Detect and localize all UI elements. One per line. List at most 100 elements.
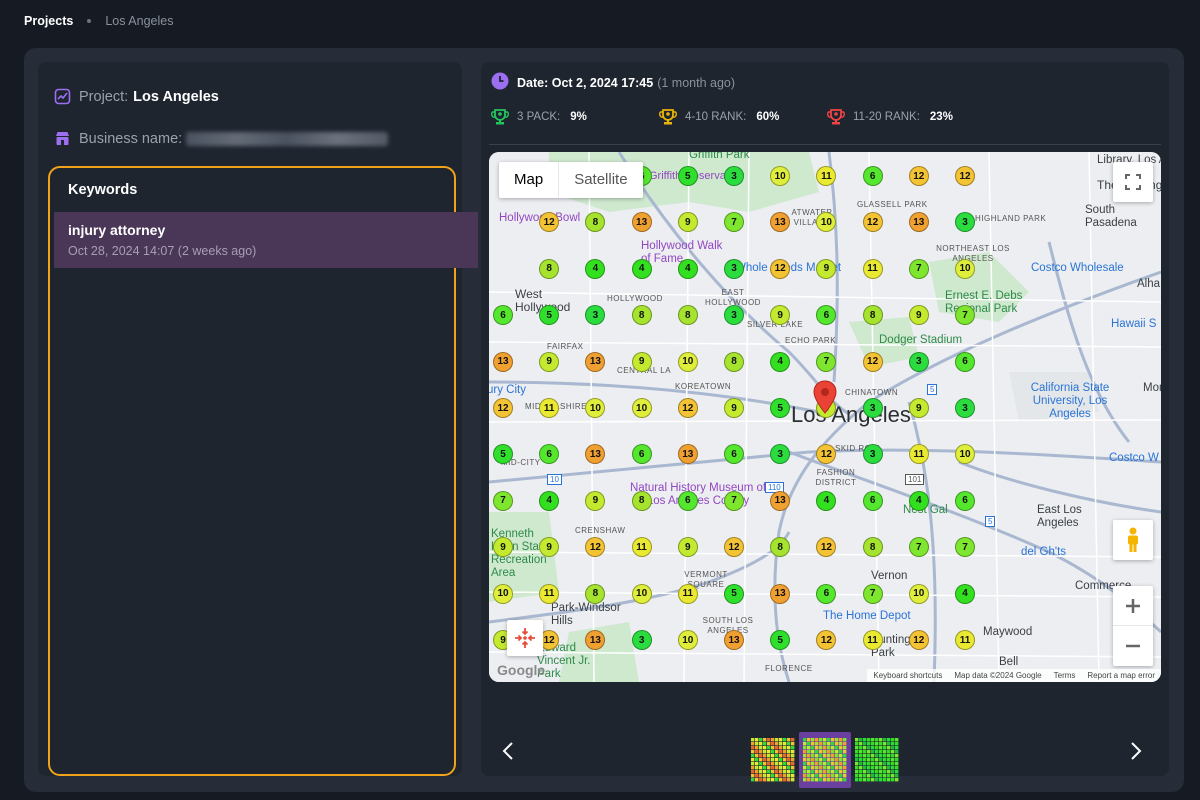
rank-dot[interactable]: 13 xyxy=(724,630,744,650)
zoom-in-button[interactable] xyxy=(1113,586,1153,626)
scan-date-label: Date: Oct 2, 2024 17:45 xyxy=(517,75,654,90)
stat-value: 23% xyxy=(929,111,953,123)
recenter-button[interactable] xyxy=(507,620,543,656)
rank-dot[interactable]: 4 xyxy=(908,490,929,511)
rank-dot[interactable]: 6 xyxy=(862,166,883,186)
rank-dot[interactable]: 13 xyxy=(770,490,791,511)
place-label: del Gh'ts xyxy=(1021,546,1067,558)
keyword-item[interactable]: injury attorney Oct 28, 2024 14:07 (2 we… xyxy=(54,212,478,268)
neighborhood-label: FASHION DISTRICT xyxy=(815,468,857,487)
previous-arrow-icon[interactable] xyxy=(501,740,515,762)
rank-dot[interactable]: 4 xyxy=(770,351,791,372)
rank-dot[interactable]: 8 xyxy=(724,351,744,372)
rank-dot[interactable]: 13 xyxy=(631,212,652,233)
map-type-map-button[interactable]: Map xyxy=(499,162,560,198)
rank-dot[interactable]: 6 xyxy=(955,351,975,372)
rank-dot[interactable]: 9 xyxy=(539,351,560,372)
rank-dot[interactable]: 8 xyxy=(862,305,883,326)
location-pin-icon[interactable] xyxy=(813,380,837,414)
rank-dot[interactable]: 10 xyxy=(908,583,929,604)
rank-dot[interactable]: 7 xyxy=(816,351,837,372)
rank-dot[interactable]: 11 xyxy=(862,630,883,650)
rank-dot[interactable]: 10 xyxy=(493,583,513,604)
rank-dot[interactable]: 5 xyxy=(677,166,698,186)
scan-thumbnail[interactable] xyxy=(803,738,847,782)
rank-dot[interactable]: 11 xyxy=(631,537,652,558)
rank-dot[interactable]: 13 xyxy=(493,351,513,372)
rank-dot[interactable]: 3 xyxy=(724,258,744,279)
rank-dot[interactable]: 8 xyxy=(585,583,606,604)
place-label: Dodger Stadium xyxy=(879,334,963,346)
rank-dot[interactable]: 11 xyxy=(955,630,975,650)
breadcrumb-projects-link[interactable]: Projects xyxy=(24,14,73,28)
place-label: Bell xyxy=(999,656,1019,668)
rank-dot[interactable]: 9 xyxy=(724,398,744,418)
rank-dot[interactable]: 9 xyxy=(677,537,698,558)
rank-dot[interactable]: 9 xyxy=(631,351,652,372)
zoom-control xyxy=(1113,586,1153,666)
rank-dot[interactable]: 9 xyxy=(908,305,929,326)
fullscreen-button[interactable] xyxy=(1113,162,1153,202)
zoom-out-button[interactable] xyxy=(1113,626,1153,666)
rank-dot[interactable]: 13 xyxy=(770,583,791,604)
rank-dot[interactable]: 12 xyxy=(862,212,883,233)
scan-date: Date: Oct 2, 2024 17:45 (1 month ago) xyxy=(491,72,735,93)
rank-dot[interactable]: 8 xyxy=(862,537,883,558)
scan-thumbnail[interactable] xyxy=(855,738,899,782)
rank-dot[interactable]: 9 xyxy=(908,398,929,418)
rank-dot[interactable]: 6 xyxy=(862,490,883,511)
rank-dot[interactable]: 7 xyxy=(493,490,513,511)
rank-dot[interactable]: 4 xyxy=(955,583,975,604)
rank-dot[interactable]: 10 xyxy=(631,583,652,604)
rank-dot[interactable]: 12 xyxy=(908,630,929,650)
rank-dot[interactable]: 12 xyxy=(908,166,929,186)
rank-dot[interactable]: 12 xyxy=(955,166,975,186)
rank-dot[interactable]: 10 xyxy=(955,258,975,279)
rank-dot[interactable]: 6 xyxy=(955,490,975,511)
rank-dot[interactable]: 3 xyxy=(955,398,975,418)
keyboard-shortcuts-link[interactable]: Keyboard shortcuts xyxy=(873,671,942,680)
rank-dot[interactable]: 6 xyxy=(631,444,652,465)
rank-dot[interactable]: 11 xyxy=(539,583,560,604)
rank-dot[interactable]: 7 xyxy=(908,258,929,279)
minus-icon xyxy=(1126,644,1140,648)
rank-dot[interactable]: 11 xyxy=(862,258,883,279)
rank-dot[interactable]: 3 xyxy=(862,444,883,465)
rank-dot[interactable]: 8 xyxy=(631,490,652,511)
rank-dot[interactable]: 3 xyxy=(862,398,883,418)
rank-dot[interactable]: 12 xyxy=(493,398,513,418)
map-type-satellite-button[interactable]: Satellite xyxy=(559,162,642,198)
rank-dot[interactable]: 6 xyxy=(677,490,698,511)
street-view-button[interactable] xyxy=(1113,520,1153,560)
rank-dot[interactable]: 3 xyxy=(631,630,652,650)
rank-dot[interactable]: 10 xyxy=(677,351,698,372)
map-data-text: Map data ©2024 Google xyxy=(954,671,1042,680)
rank-dot[interactable]: 3 xyxy=(724,166,744,186)
rank-dot[interactable]: 7 xyxy=(908,537,929,558)
rank-dot[interactable]: 7 xyxy=(862,583,883,604)
rank-dot[interactable]: 12 xyxy=(770,258,791,279)
rank-dot[interactable]: 4 xyxy=(677,258,698,279)
rank-grid-map[interactable]: Griffith Park Griffith Observatory Libra… xyxy=(489,152,1161,682)
report-error-link[interactable]: Report a map error xyxy=(1087,671,1155,680)
next-arrow-icon[interactable] xyxy=(1129,740,1143,762)
rank-dot[interactable]: 13 xyxy=(585,351,606,372)
project-name: Los Angeles xyxy=(133,88,219,105)
rank-dot[interactable]: 12 xyxy=(862,351,883,372)
scan-thumbnail[interactable] xyxy=(751,738,795,782)
rank-dot[interactable]: 10 xyxy=(677,630,698,650)
rank-dot[interactable]: 10 xyxy=(631,398,652,418)
rank-dot[interactable]: 3 xyxy=(908,351,929,372)
rank-dot[interactable]: 11 xyxy=(677,583,698,604)
rank-dot[interactable]: 7 xyxy=(724,490,744,511)
rank-dot[interactable]: 4 xyxy=(539,490,560,511)
rank-dot[interactable]: 8 xyxy=(631,305,652,326)
terms-link[interactable]: Terms xyxy=(1054,671,1076,680)
rank-dot[interactable]: 12 xyxy=(677,398,698,418)
neighborhood-label: KOREATOWN xyxy=(675,382,732,391)
rank-dot[interactable]: 4 xyxy=(631,258,652,279)
rank-dot[interactable]: 8 xyxy=(539,258,560,279)
rank-dot[interactable]: 8 xyxy=(677,305,698,326)
rank-dot[interactable]: 6 xyxy=(816,583,837,604)
rank-dot[interactable]: 5 xyxy=(724,583,744,604)
